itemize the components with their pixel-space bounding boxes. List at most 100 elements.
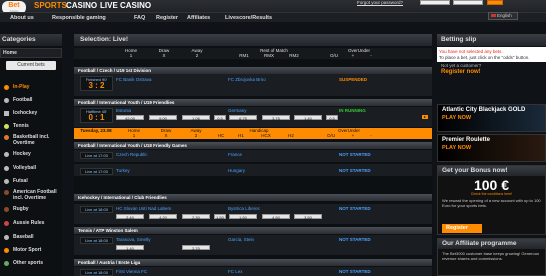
event-status: SUSPENDED [339,77,368,82]
sport-hockey[interactable]: Hockey [0,151,62,157]
sport-football[interactable]: Football [0,97,62,103]
odds-button[interactable]: 1.40 [294,115,322,121]
home-link[interactable]: Home [0,48,62,58]
odds-button[interactable]: 4.20 [149,214,177,220]
current-bets-button[interactable]: Current bets [6,61,56,70]
odds-button[interactable]: 2.70 [182,245,210,251]
event-status: NOT STARTED [339,168,371,173]
sport-american-football[interactable]: American Football incl. Overtime [0,189,62,201]
menu-register[interactable]: Register [156,14,178,22]
odds-button[interactable]: 4.50 [262,214,290,220]
username-field[interactable] [420,0,450,5]
odds-button[interactable]: 3.75 [262,115,290,121]
rugby-icon [4,207,9,212]
bonus-amount: 100 € [473,177,510,193]
odds-button[interactable]: 9.00 [149,115,177,121]
odds-button[interactable]: 3.50 [294,214,322,220]
menu-faq[interactable]: FAQ [134,14,145,22]
odds-button[interactable]: 0.5 [326,115,338,121]
odds-button[interactable]: 1.50 [214,214,226,220]
tennis-icon [4,124,9,129]
match-clock: Live at 18:00 [80,269,113,276]
odds-button[interactable]: 2.30 [182,214,210,220]
nav-live-casino[interactable]: LIVE CASINO [100,1,151,10]
blackjack-promo[interactable]: Atlantic City Blackjack GOLD PLAY NOW [437,104,546,132]
bonus-panel: Get your Bonus now! 100 € Check the cond… [437,165,546,235]
bonus-register-button[interactable]: Register [442,224,482,233]
match-clock: Live at 18:00 [80,206,113,213]
nav-casino[interactable]: CASINO [66,1,97,10]
submenu: About us Responsible gaming FAQ Register… [0,12,546,22]
roulette-promo[interactable]: Premier Roulette PLAY NOW [437,134,546,162]
betting-slip-title: Betting slip [437,34,546,46]
home-team: First Vienna FC [116,269,148,274]
sport-basketball[interactable]: Basketball incl. Overtime [0,134,62,146]
betslip-warning: You have not selected any bets. To place … [437,47,546,62]
nav-sports[interactable]: SPORTS [34,1,67,10]
column-sub-row: 1 X 2 RM1 RMX RM2 O/U + - [74,53,432,59]
menu-livescore[interactable]: Livescore/Results [225,14,272,22]
basketball-icon [4,135,9,140]
categories-title: Categories [0,34,62,46]
sport-tennis[interactable]: Tennis [0,123,62,129]
event-row[interactable]: Live at 18:00 First Vienna FC FC Lex NOT… [74,267,432,276]
odds-button[interactable]: 1.50 [229,214,257,220]
password-field[interactable] [453,0,483,5]
menu-responsible[interactable]: Responsible gaming [52,14,106,22]
odds-button[interactable]: 1.40 [116,245,144,251]
sport-icehockey[interactable]: Icehockey [0,110,62,116]
odds-button[interactable]: 1.06 [182,115,210,121]
sport-volleyball[interactable]: Volleyball [0,165,62,171]
more-markets-button[interactable]: ▸ [422,115,428,119]
event-status: NOT STARTED [339,152,371,157]
home-team: Turkey [116,168,130,173]
section-header: Football / International Youth / U19 Fri… [74,99,432,106]
match-clock: Halftime 45' 0 : 1 [80,108,113,123]
sport-futsal[interactable]: Futsal [0,178,62,184]
away-team: Garcia, Stein [228,237,255,242]
orange-sub-row: 1 X 2 HC H1 HCX H2 O/U + - [74,133,432,139]
sport-aussie-rules[interactable]: Aussie Rules [0,220,62,226]
event-status: NOT STARTED [339,206,371,211]
register-now-link[interactable]: Register now! [437,68,546,76]
right-column: Betting slip You have not selected any b… [437,34,546,276]
sport-motor[interactable]: Motor Sport [0,247,62,253]
forgot-password-link[interactable]: Forgot your password? [357,0,403,5]
section-header: Football / Czech / U19 1st Division [74,67,432,74]
odds-button[interactable]: 42.00 [116,115,144,121]
menu-affiliates[interactable]: Affiliates [187,14,210,22]
language-select[interactable]: English [488,12,518,20]
section-header: Icehockey / International / Club Friendl… [74,194,432,201]
volleyball-icon [4,166,9,171]
match-clock: Finished 90' 3 : 2 [80,76,113,91]
sport-rugby[interactable]: Rugby [0,206,62,212]
event-row[interactable]: Finished 90' 3 : 2 FC Banik Ostrava FC Zb… [74,74,432,96]
live-selection-panel: Selection: Live! Home Draw Away Rest of Mat… [74,34,432,276]
uk-flag-icon [491,14,496,17]
odds-button[interactable]: 6.75 [229,115,257,121]
login-button[interactable] [487,0,503,5]
odds-button[interactable]: 2.40 [116,214,144,220]
motor-sport-icon [4,248,9,253]
away-team: Hungary [228,168,246,173]
affiliate-text: The Bet3000 customer base keeps growing!… [442,251,539,261]
away-team: France [228,152,243,157]
event-row[interactable]: Live at 17:00 Czech Republic France NOT … [74,150,432,162]
event-row[interactable]: Live at 17:00 Turkey Hungary NOT STARTED [74,164,432,176]
icehockey-icon [4,111,9,116]
bonus-title: Get your Bonus now! [438,166,545,176]
event-row[interactable]: Live at 18:00 HC Slovan Ustí Nad Labem B… [74,204,432,224]
odds-button[interactable]: 0.5 [214,115,226,121]
event-row[interactable]: Halftime 45' 0 : 1 Estonia Germany IN RUN… [74,107,432,127]
menu-about[interactable]: About us [10,14,34,22]
sport-baseball[interactable]: Baseball [0,234,62,240]
baseball-icon [4,235,9,240]
sport-other[interactable]: Other sports [0,260,62,266]
american-football-icon [4,190,9,195]
match-clock: Live at 17:00 [80,168,113,175]
sport-inplay[interactable]: In-Play [0,84,62,90]
other-sports-icon [4,261,9,266]
away-team: FC Zbrojovka Brno [228,77,266,82]
event-row[interactable]: Live at 18:00 Tarasova, Smetly Garcia, S… [74,235,432,255]
section-header: Football / Austria / Erste Liga [74,259,432,266]
